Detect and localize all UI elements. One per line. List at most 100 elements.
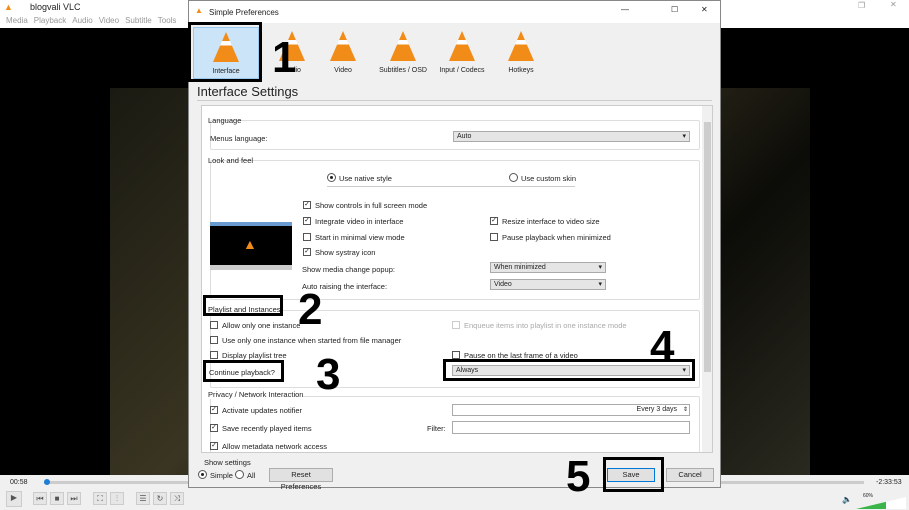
section-title: Look and feel xyxy=(208,156,254,165)
page-heading: Interface Settings xyxy=(197,84,299,99)
menu-media[interactable]: Media xyxy=(6,16,28,25)
vlc-cone-icon: ▲ xyxy=(195,6,203,15)
annotation-number-4: 4 xyxy=(650,322,675,371)
close-icon[interactable]: ✕ xyxy=(701,5,708,14)
one-instance-checkbox[interactable] xyxy=(210,321,218,329)
reset-preferences-button[interactable]: Reset Preferences xyxy=(269,468,333,491)
divider xyxy=(197,100,712,101)
section-title: Privacy / Network Interaction xyxy=(208,390,304,399)
menus-language-select[interactable]: Auto xyxy=(453,131,690,142)
label: Enqueue items into playlist in one insta… xyxy=(464,321,627,330)
label: Show controls in full screen mode xyxy=(315,201,428,210)
filter-input[interactable] xyxy=(452,421,690,434)
vlc-window-title: blogvali VLC xyxy=(30,2,81,12)
playlist-button[interactable]: ☰ xyxy=(136,492,150,505)
popup-label: Show media change popup: xyxy=(302,265,395,274)
annotation-number-3: 3 xyxy=(316,350,341,399)
show-controls-checkbox[interactable]: ✓ xyxy=(303,201,311,209)
scrollbar-thumb[interactable] xyxy=(704,122,711,372)
simple-radio[interactable] xyxy=(198,470,207,479)
recent-items-checkbox[interactable]: ✓ xyxy=(210,424,218,432)
loop-button[interactable]: ↻ xyxy=(153,492,167,505)
native-style-radio[interactable] xyxy=(327,173,336,182)
annotation-number-5: 5 xyxy=(566,452,591,501)
integrate-video-checkbox[interactable]: ✓ xyxy=(303,217,311,225)
menu-playback[interactable]: Playback xyxy=(34,16,66,25)
menu-subtitle[interactable]: Subtitle xyxy=(125,16,152,25)
menu-audio[interactable]: Audio xyxy=(72,16,92,25)
annotation-box-2 xyxy=(203,295,283,316)
tab-label: Input / Codecs xyxy=(439,67,485,74)
menu-video[interactable]: Video xyxy=(99,16,119,25)
file-manager-checkbox[interactable] xyxy=(210,336,218,344)
annotation-number-1: 1 xyxy=(272,33,297,82)
minimize-icon[interactable]: — xyxy=(621,5,629,14)
updates-checkbox[interactable]: ✓ xyxy=(210,406,218,414)
custom-skin-label: Use custom skin xyxy=(521,174,577,183)
restore-icon[interactable]: ❐ xyxy=(858,1,865,10)
tab-subtitles-osd[interactable]: Subtitles / OSD xyxy=(372,27,434,79)
time-remaining: -2:33:53 xyxy=(876,479,902,486)
shuffle-button[interactable]: ⤨ xyxy=(170,492,184,505)
cancel-button[interactable]: Cancel xyxy=(666,468,714,482)
annotation-number-2: 2 xyxy=(298,285,323,334)
input-codecs-icon xyxy=(449,31,475,61)
metadata-checkbox[interactable]: ✓ xyxy=(210,442,218,450)
tab-label: Video xyxy=(334,67,352,74)
video-icon xyxy=(330,31,356,61)
tab-video[interactable]: Video xyxy=(312,27,374,79)
seek-knob[interactable] xyxy=(44,479,50,485)
enqueue-checkbox xyxy=(452,321,460,329)
fullscreen-button[interactable]: ⛶ xyxy=(93,492,107,505)
label: Activate updates notifier xyxy=(222,406,303,415)
resize-interface-checkbox[interactable]: ✓ xyxy=(490,217,498,225)
label: Display playlist tree xyxy=(222,351,287,360)
previous-button[interactable]: ⏮ xyxy=(33,492,47,505)
pause-last-frame-checkbox[interactable] xyxy=(452,351,460,359)
extended-settings-button[interactable]: ⫶ xyxy=(110,492,124,505)
menus-language-label: Menus language: xyxy=(210,134,268,143)
interface-preview-image: ▲ xyxy=(210,222,292,270)
tab-label: Hotkeys xyxy=(508,67,534,74)
close-icon[interactable]: ✕ xyxy=(890,0,897,9)
maximize-icon[interactable]: ☐ xyxy=(671,5,678,14)
label: Start in minimal view mode xyxy=(315,233,405,242)
systray-checkbox[interactable]: ✓ xyxy=(303,248,311,256)
play-button[interactable]: ▶ xyxy=(6,491,22,507)
label: Pause playback when minimized xyxy=(502,233,611,242)
hotkeys-icon xyxy=(508,31,534,61)
label: Resize interface to video size xyxy=(502,217,600,226)
speaker-icon[interactable]: 🔈 xyxy=(842,495,852,504)
pause-minimized-checkbox[interactable] xyxy=(490,233,498,241)
label: Simple xyxy=(210,471,233,480)
filter-label: Filter: xyxy=(427,424,446,433)
auto-raise-select[interactable]: Video xyxy=(490,279,606,290)
stop-button[interactable]: ■ xyxy=(50,492,64,505)
show-settings-label: Show settings xyxy=(204,458,251,467)
annotation-box-1 xyxy=(188,22,262,82)
dialog-title-bar: ▲ Simple Preferences — ☐ ✕ xyxy=(189,1,720,23)
label: Save recently played items xyxy=(222,424,312,433)
annotation-box-5 xyxy=(603,457,664,492)
minimal-view-checkbox[interactable] xyxy=(303,233,311,241)
tab-hotkeys[interactable]: Hotkeys xyxy=(490,27,552,79)
media-popup-select[interactable]: When minimized xyxy=(490,262,606,273)
vlc-cone-icon: ▲ xyxy=(4,2,13,12)
custom-skin-radio[interactable] xyxy=(509,173,518,182)
dialog-title: Simple Preferences xyxy=(209,8,279,17)
scrollbar[interactable] xyxy=(702,106,712,452)
spin-arrows-icon[interactable]: ⇕ xyxy=(683,405,688,415)
label: All xyxy=(247,471,256,480)
playlist-tree-checkbox[interactable] xyxy=(210,351,218,359)
label: Allow metadata network access xyxy=(222,442,328,451)
next-button[interactable]: ⏭ xyxy=(67,492,81,505)
all-radio[interactable] xyxy=(235,470,244,479)
tab-input-codecs[interactable]: Input / Codecs xyxy=(431,27,493,79)
spin-value: Every 3 days xyxy=(636,406,677,413)
volume-label: 60% xyxy=(863,493,874,499)
subtitles-icon xyxy=(390,31,416,61)
time-elapsed: 00:58 xyxy=(10,479,28,486)
label: Use only one instance when started from … xyxy=(222,336,402,345)
updates-interval-spinbox[interactable]: Every 3 days ⇕ xyxy=(452,404,690,416)
menu-tools[interactable]: Tools xyxy=(158,16,177,25)
